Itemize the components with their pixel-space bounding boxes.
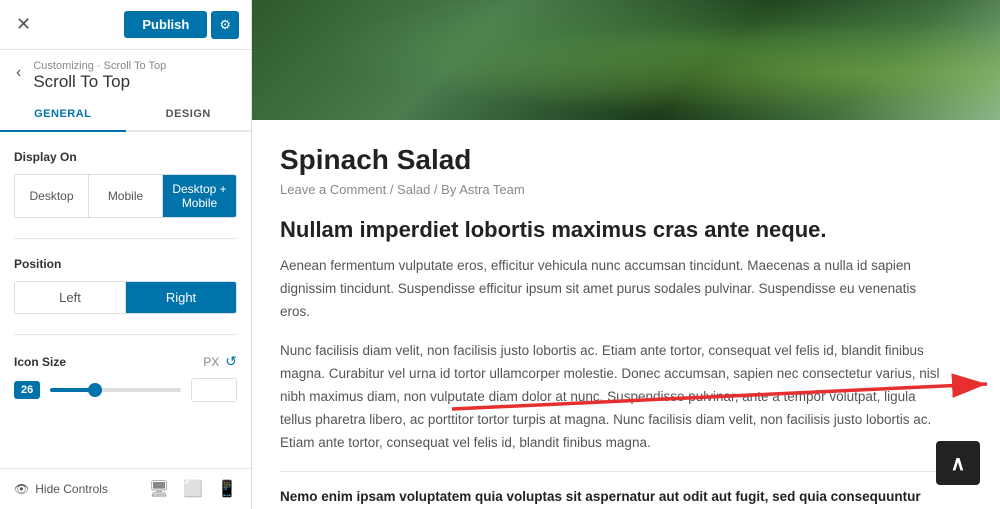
breadcrumb-nav: Customizing · Scroll To Top xyxy=(33,60,166,72)
position-group: Left Right xyxy=(14,281,237,314)
position-right-btn[interactable]: Right xyxy=(126,282,236,313)
article-body: Aenean fermentum vulputate eros, efficit… xyxy=(280,255,944,455)
back-arrow-icon: ‹ xyxy=(16,64,21,81)
display-on-label: Display On xyxy=(14,150,237,164)
panel-content: Display On Desktop Mobile Desktop + Mobi… xyxy=(0,132,251,468)
icon-size-slider[interactable] xyxy=(50,388,181,392)
position-left-btn[interactable]: Left xyxy=(15,282,126,313)
close-icon: ✕ xyxy=(16,14,31,34)
hide-controls-button[interactable]: 👁 Hide Controls xyxy=(14,482,108,496)
publish-button[interactable]: Publish xyxy=(124,11,207,38)
slider-row: 26 26 xyxy=(14,378,237,402)
tab-general[interactable]: GENERAL xyxy=(0,98,126,132)
tablet-icon[interactable]: ⬜ xyxy=(183,479,203,499)
position-label: Position xyxy=(14,257,237,271)
display-desktop-mobile-btn[interactable]: Desktop + Mobile xyxy=(163,175,236,217)
icon-size-input[interactable]: 26 xyxy=(191,378,237,402)
panel-footer: 👁 Hide Controls 🖥 ⬜ 📱 xyxy=(0,468,251,509)
size-badge: 26 xyxy=(14,381,40,399)
breadcrumb-text: Customizing · Scroll To Top Scroll To To… xyxy=(33,60,166,92)
close-button[interactable]: ✕ xyxy=(12,10,35,39)
desktop-icon[interactable]: 🖥 xyxy=(149,479,169,499)
icon-size-unit-area: PX ↺ xyxy=(203,353,237,370)
icon-size-unit-text: PX xyxy=(203,355,219,369)
eye-icon: 👁 xyxy=(14,482,29,496)
content-area: Spinach Salad Leave a Comment / Salad / … xyxy=(252,120,972,509)
breadcrumb-title: Scroll To Top xyxy=(33,72,166,92)
scroll-to-top-button[interactable]: ∧ xyxy=(936,441,980,485)
back-button[interactable]: ‹ xyxy=(12,62,25,84)
icon-size-header: Icon Size PX ↺ xyxy=(14,353,237,370)
highlighted-text: Nemo enim ipsam voluptatem quia voluptas… xyxy=(280,471,944,509)
gear-icon: ⚙ xyxy=(219,17,231,32)
mobile-icon[interactable]: 📱 xyxy=(217,479,237,499)
display-on-group: Desktop Mobile Desktop + Mobile xyxy=(14,174,237,218)
article-subtitle: Nullam imperdiet lobortis maximus cras a… xyxy=(280,217,944,243)
divider-1 xyxy=(14,238,237,239)
paragraph-1: Aenean fermentum vulputate eros, efficit… xyxy=(280,255,944,324)
device-icons: 🖥 ⬜ 📱 xyxy=(149,479,237,499)
settings-button[interactable]: ⚙ xyxy=(211,11,239,39)
publish-area: Publish ⚙ xyxy=(124,11,239,39)
display-desktop-btn[interactable]: Desktop xyxy=(15,175,89,217)
hide-controls-label: Hide Controls xyxy=(35,482,108,496)
right-panel: Spinach Salad Leave a Comment / Salad / … xyxy=(252,0,1000,509)
icon-size-label: Icon Size xyxy=(14,355,66,369)
hero-image xyxy=(252,0,1000,120)
divider-2 xyxy=(14,334,237,335)
tabs: GENERAL DESIGN xyxy=(0,98,251,132)
breadcrumb: ‹ Customizing · Scroll To Top Scroll To … xyxy=(0,50,251,98)
refresh-button[interactable]: ↺ xyxy=(225,353,237,370)
left-panel: ✕ Publish ⚙ ‹ Customizing · Scroll To To… xyxy=(0,0,252,509)
display-mobile-btn[interactable]: Mobile xyxy=(89,175,163,217)
panel-header: ✕ Publish ⚙ xyxy=(0,0,251,50)
tab-design[interactable]: DESIGN xyxy=(126,98,252,130)
scroll-up-icon: ∧ xyxy=(951,451,966,476)
paragraph-2: Nunc facilisis diam velit, non facilisis… xyxy=(280,340,944,455)
article-title: Spinach Salad xyxy=(280,144,944,176)
article-meta: Leave a Comment / Salad / By Astra Team xyxy=(280,182,944,197)
